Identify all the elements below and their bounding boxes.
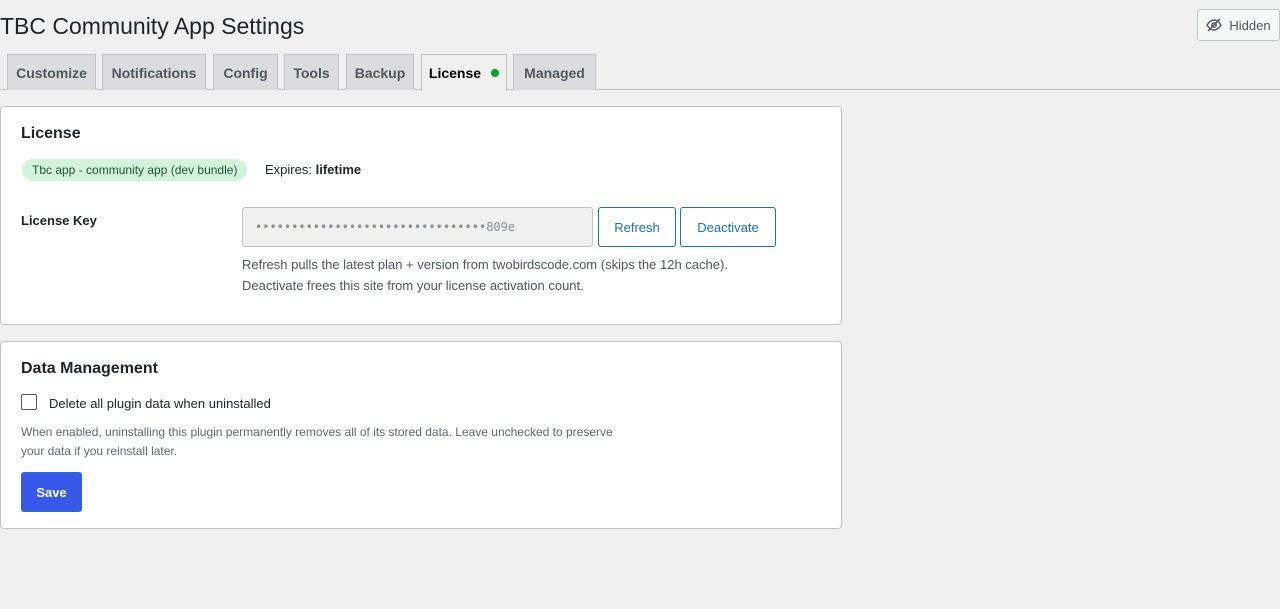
tab-config[interactable]: Config <box>213 54 278 90</box>
data-management-card: Data Management Delete all plugin data w… <box>0 341 842 529</box>
help-line-deactivate: Deactivate frees this site from your lic… <box>242 278 584 293</box>
tab-label: Config <box>223 64 268 81</box>
description-line: When enabled, uninstalling this plugin p… <box>21 425 613 439</box>
plan-badge: Tbc app - community app (dev bundle) <box>22 159 248 181</box>
hidden-toggle-label: Hidden <box>1229 17 1271 33</box>
eye-slash-icon <box>1206 18 1223 32</box>
license-status-dot <box>491 69 500 77</box>
expires-info: Expires: lifetime <box>265 162 361 177</box>
delete-data-checkbox[interactable] <box>21 394 37 410</box>
tab-label: Managed <box>524 64 585 81</box>
license-help-text: Refresh pulls the latest plan + version … <box>242 254 728 296</box>
deactivate-button[interactable]: Deactivate <box>680 207 776 247</box>
license-key-input[interactable] <box>242 207 593 247</box>
tab-label: Tools <box>293 64 330 81</box>
tab-license[interactable]: License <box>421 54 507 91</box>
page-title: TBC Community App Settings <box>0 13 305 39</box>
refresh-button[interactable]: Refresh <box>598 207 676 247</box>
tab-backup[interactable]: Backup <box>346 54 414 90</box>
hidden-toggle-button[interactable]: Hidden <box>1197 9 1280 41</box>
license-card: License Tbc app - community app (dev bun… <box>0 106 842 325</box>
description-line: your data if you reinstall later. <box>21 444 178 458</box>
tab-label: License <box>428 65 482 81</box>
tab-managed[interactable]: Managed <box>513 54 596 90</box>
data-management-heading: Data Management <box>21 360 158 377</box>
license-key-label: License Key <box>21 213 97 228</box>
settings-tabs: Customize Notifications Config Tools Bac… <box>0 54 1280 91</box>
save-button[interactable]: Save <box>21 472 82 512</box>
delete-data-label[interactable]: Delete all plugin data when uninstalled <box>49 396 271 411</box>
tab-label: Notifications <box>111 64 197 81</box>
tab-label: Backup <box>354 64 406 81</box>
license-heading: License <box>21 125 81 142</box>
help-line-refresh: Refresh pulls the latest plan + version … <box>242 257 728 272</box>
tab-tools[interactable]: Tools <box>284 54 339 90</box>
expires-value: lifetime <box>315 162 362 177</box>
tab-notifications[interactable]: Notifications <box>102 54 206 90</box>
tab-label: Customize <box>16 64 87 81</box>
data-management-description: When enabled, uninstalling this plugin p… <box>21 423 681 461</box>
expires-label: Expires: <box>265 162 312 177</box>
tab-customize[interactable]: Customize <box>7 54 96 90</box>
